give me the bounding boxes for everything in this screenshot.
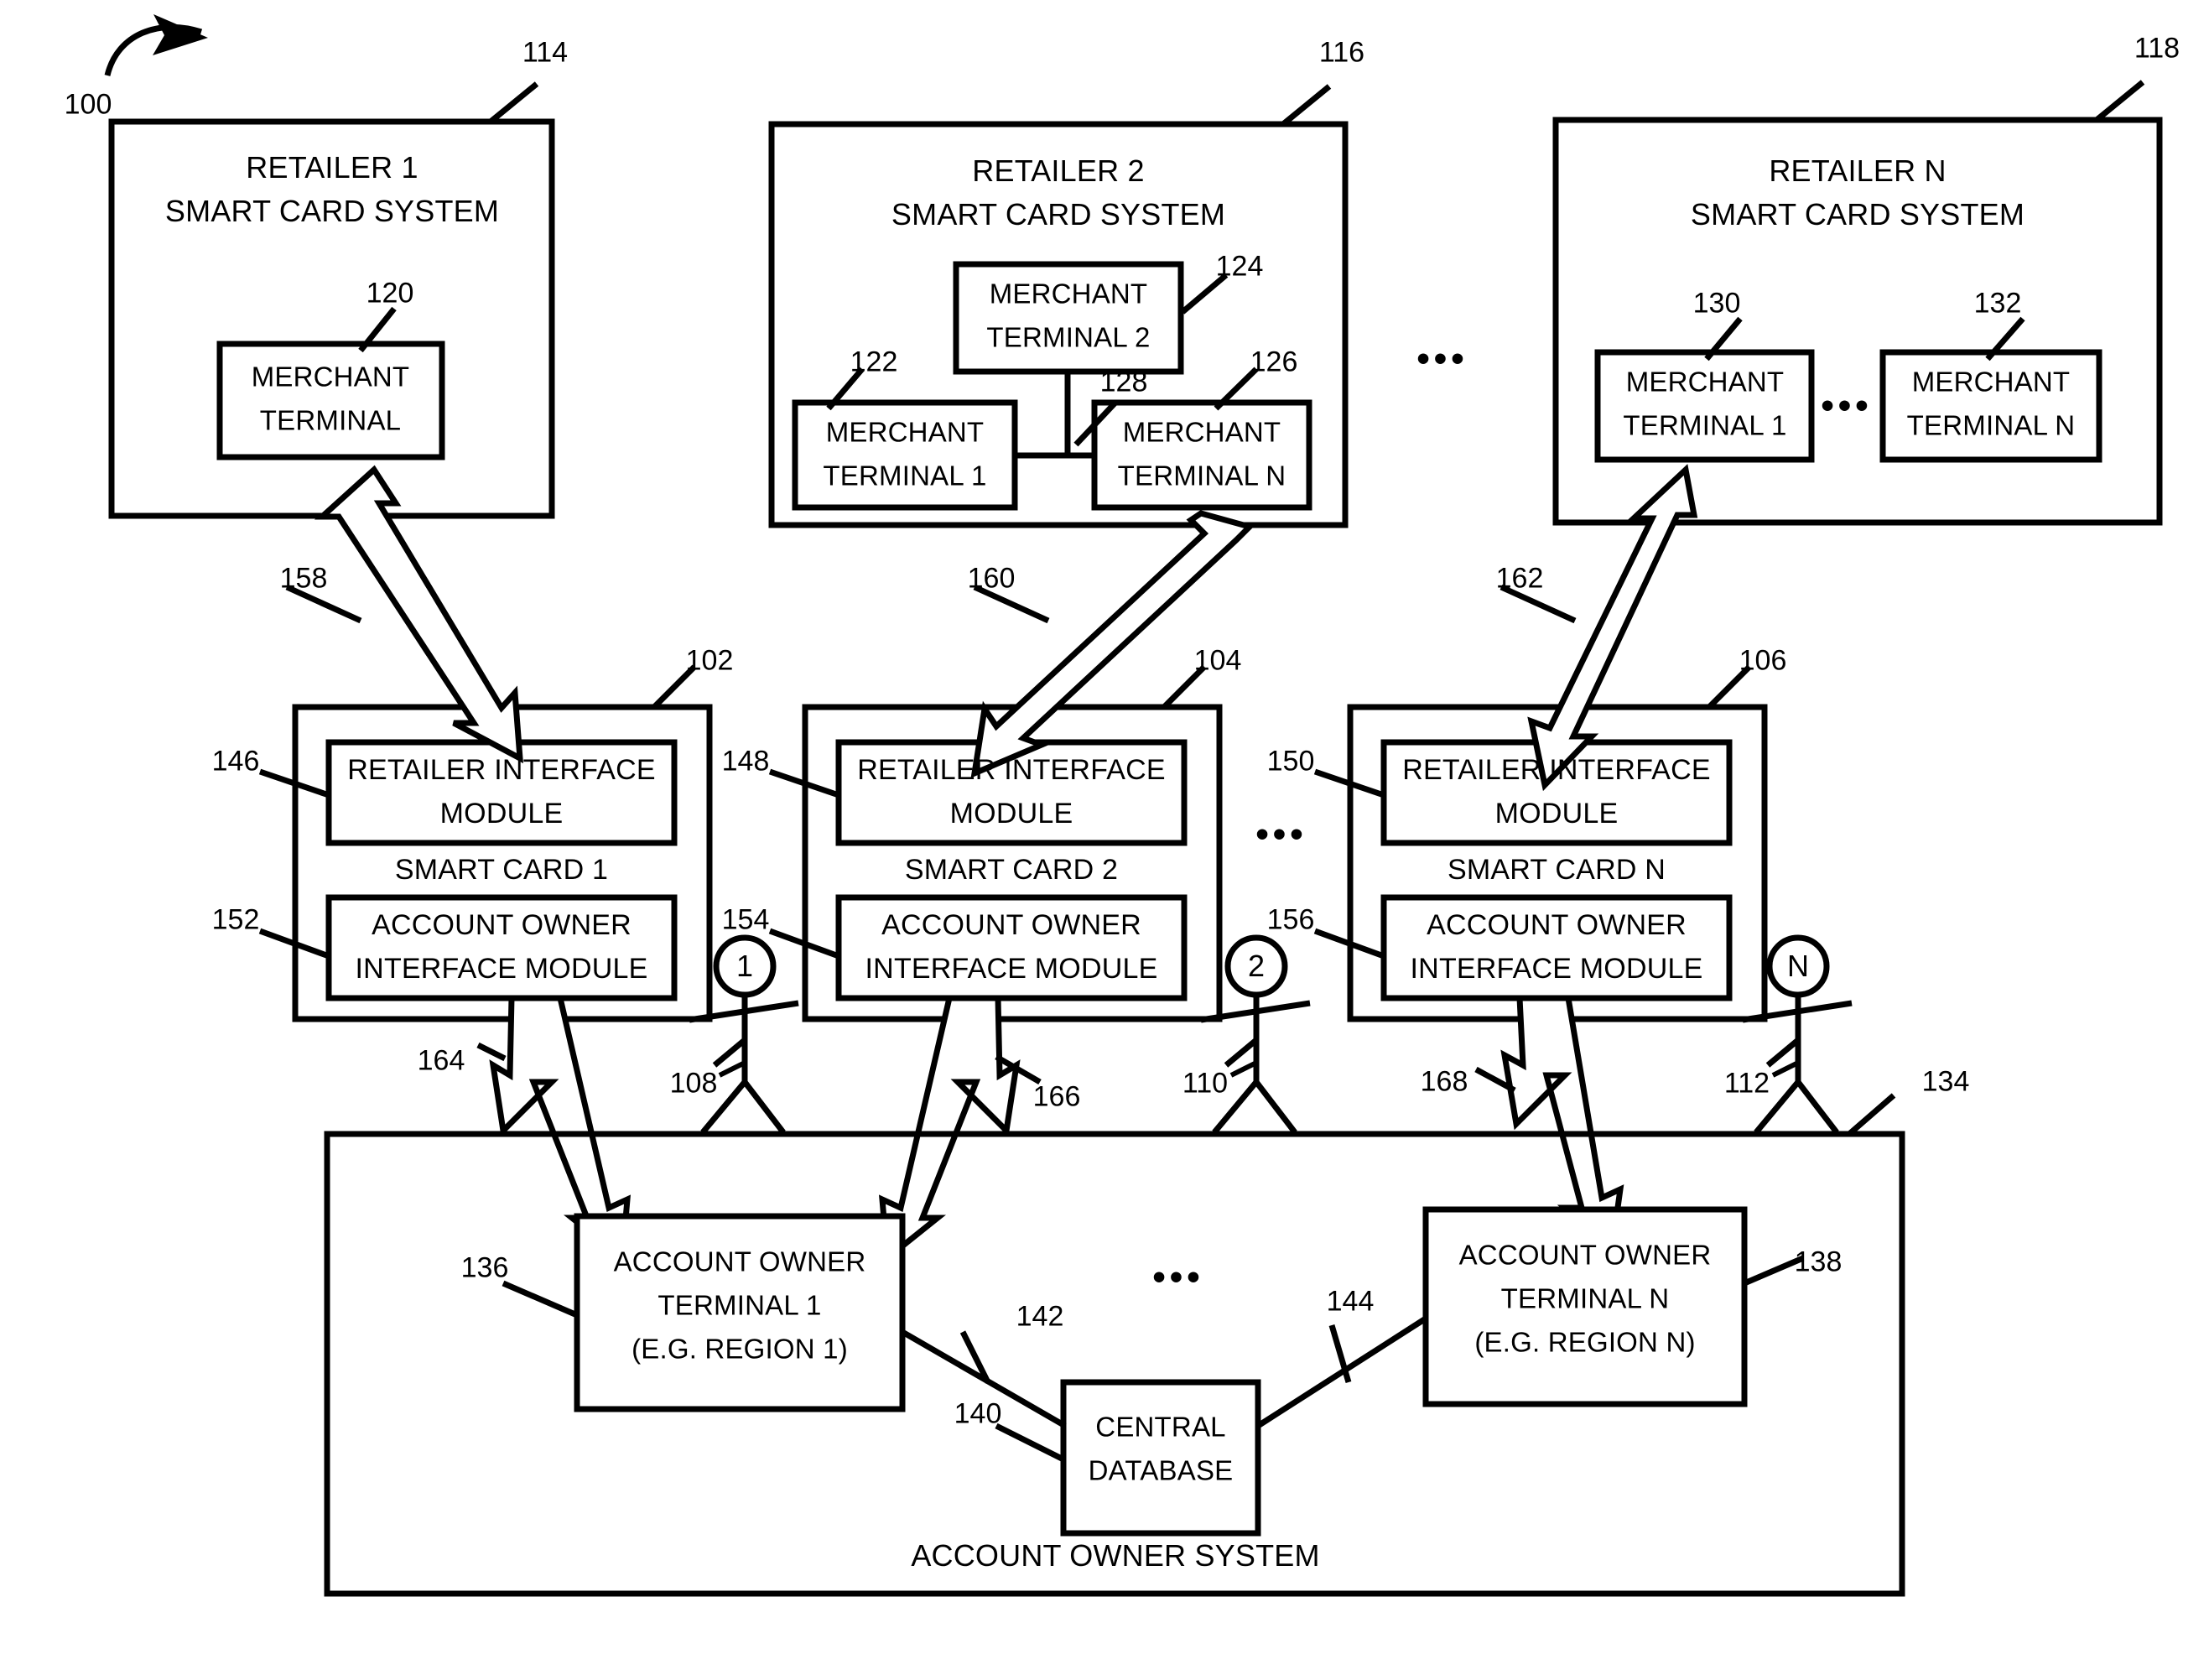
ao-terminal-gap-ellipsis: •••: [1152, 1256, 1204, 1298]
actor-108-head-label: 1: [735, 949, 754, 983]
ref-158: 158: [279, 562, 328, 595]
ref-122: 122: [850, 346, 898, 378]
retailer-n-terminal-gap-ellipsis: •••: [1821, 385, 1873, 426]
ao-terminal-136-line1: ACCOUNT OWNER: [613, 1246, 866, 1277]
rim-148-line2: MODULE: [949, 797, 1073, 830]
retailer-gap-ellipsis: •••: [1416, 338, 1468, 379]
ref-156: 156: [1266, 903, 1315, 936]
ref-126: 126: [1250, 346, 1298, 378]
merchant-terminal-130-line1: MERCHANT: [1625, 366, 1785, 398]
ao-terminal-136-line3: (E.G. REGION 1): [632, 1333, 848, 1365]
retailer-1-title-line1: RETAILER 1: [246, 149, 418, 185]
merchant-terminal-124-line2: TERMINAL 2: [986, 321, 1151, 353]
ref-104: 104: [1193, 644, 1242, 677]
ref-124: 124: [1215, 250, 1264, 283]
aoim-156-line2: INTERFACE MODULE: [1410, 952, 1703, 985]
merchant-terminal-126-line1: MERCHANT: [1122, 416, 1281, 448]
actor-110-head-label: 2: [1247, 949, 1266, 983]
ref-128: 128: [1099, 366, 1148, 398]
merchant-terminal-120-line2: TERMINAL: [259, 404, 402, 436]
merchant-terminal-130-line2: TERMINAL 1: [1623, 409, 1787, 441]
aoim-152-line2: INTERFACE MODULE: [355, 952, 648, 985]
aoim-152-line1: ACCOUNT OWNER: [372, 908, 632, 941]
rim-150-line1: RETAILER INTERFACE: [1402, 753, 1711, 786]
ref-112: 112: [1723, 1067, 1770, 1100]
retailer-2-title-line2: SMART CARD SYSTEM: [891, 196, 1226, 231]
smart-card-2-name: SMART CARD 2: [904, 853, 1119, 886]
retailer-n-title-line1: RETAILER N: [1769, 153, 1947, 188]
ao-terminal-138-line3: (E.G. REGION N): [1474, 1326, 1696, 1358]
merchant-terminal-122-line2: TERMINAL 1: [823, 460, 987, 492]
figure-ref-label: 100: [64, 88, 112, 121]
figure-ref-arrow: [104, 14, 208, 76]
ref-154: 154: [721, 903, 770, 936]
ref-114: 114: [522, 36, 569, 69]
merchant-terminal-122-line1: MERCHANT: [825, 416, 985, 448]
ao-terminal-138-line1: ACCOUNT OWNER: [1458, 1239, 1712, 1271]
ao-terminal-136-line2: TERMINAL 1: [658, 1289, 822, 1321]
rim-150-line2: MODULE: [1494, 797, 1619, 830]
smart-card-gap-ellipsis: •••: [1255, 814, 1307, 855]
ref-120: 120: [366, 277, 414, 309]
central-database-line1: CENTRAL: [1095, 1411, 1226, 1443]
ref-106: 106: [1739, 644, 1787, 677]
ref-116: 116: [1318, 36, 1365, 69]
ref-140: 140: [954, 1397, 1002, 1430]
merchant-terminal-132-line2: TERMINAL N: [1906, 409, 2076, 441]
ref-102: 102: [685, 644, 734, 677]
rim-148-line1: RETAILER INTERFACE: [857, 753, 1166, 786]
ref-132: 132: [1973, 287, 2022, 320]
ref-142: 142: [1016, 1300, 1064, 1333]
ref-168: 168: [1420, 1065, 1468, 1098]
merchant-terminal-132-line1: MERCHANT: [1911, 366, 2071, 398]
merchant-terminal-126-line2: TERMINAL N: [1117, 460, 1286, 492]
ref-146: 146: [211, 745, 260, 778]
patent-figure: 100 114 RETAILER 1 SMART CARD SYSTEM 120…: [0, 0, 2209, 1680]
account-owner-system-label: ACCOUNT OWNER SYSTEM: [911, 1537, 1320, 1573]
rim-146-line1: RETAILER INTERFACE: [347, 753, 656, 786]
ref-134: 134: [1921, 1065, 1970, 1098]
retailer-1-title-line2: SMART CARD SYSTEM: [164, 193, 500, 228]
ref-118: 118: [2134, 32, 2180, 65]
ref-166: 166: [1032, 1080, 1081, 1113]
ao-terminal-138-line2: TERMINAL N: [1500, 1282, 1670, 1314]
db-link-144: [1256, 1316, 1427, 1428]
retailer-n-system-box: [1552, 80, 2163, 526]
aoim-154-line1: ACCOUNT OWNER: [881, 908, 1141, 941]
ref-164: 164: [417, 1044, 465, 1077]
link-arrow-160: [970, 510, 1255, 778]
ref-136: 136: [460, 1251, 509, 1284]
merchant-terminal-124-line1: MERCHANT: [989, 278, 1148, 309]
ref-130: 130: [1692, 287, 1741, 320]
aoim-154-line2: INTERFACE MODULE: [865, 952, 1158, 985]
central-database-line2: DATABASE: [1088, 1454, 1234, 1486]
smart-card-1-name: SMART CARD 1: [394, 853, 609, 886]
retailer-1-system-box: [108, 81, 555, 519]
ref-110: 110: [1182, 1067, 1229, 1100]
retailer-n-title-line2: SMART CARD SYSTEM: [1690, 196, 2025, 231]
ref-108: 108: [669, 1067, 718, 1100]
ref-150: 150: [1266, 745, 1315, 778]
retailer-2-title-line1: RETAILER 2: [972, 153, 1145, 188]
smart-card-n-name: SMART CARD N: [1448, 853, 1666, 886]
ref-160: 160: [967, 562, 1016, 595]
rim-146-line2: MODULE: [439, 797, 564, 830]
ref-138: 138: [1794, 1246, 1843, 1278]
merchant-terminal-120-line1: MERCHANT: [251, 361, 410, 393]
actor-112-head-label: N: [1787, 949, 1809, 983]
ref-148: 148: [721, 745, 770, 778]
ref-152: 152: [211, 903, 260, 936]
ref-162: 162: [1495, 562, 1544, 595]
ref-144: 144: [1326, 1285, 1375, 1318]
lead-164: [476, 1042, 507, 1062]
aoim-156-line1: ACCOUNT OWNER: [1427, 908, 1687, 941]
